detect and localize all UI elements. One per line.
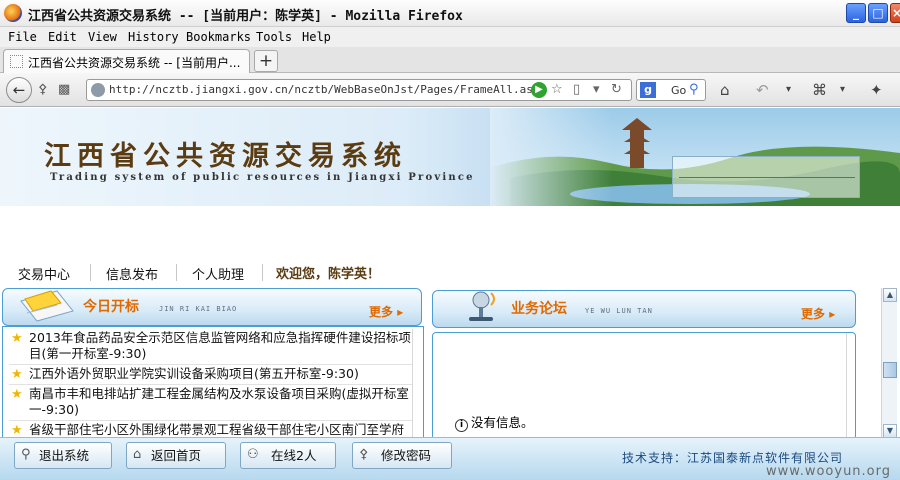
list-item[interactable]: ★ 江西外语外贸职业学院实训设备采购项目(第五开标室-9:30) [9, 365, 412, 385]
list-item-text[interactable]: 江西外语外贸职业学院实训设备采购项目(第五开标室-9:30) [29, 366, 359, 381]
today-bids-subtitle: JIN RI KAI BIAO [159, 305, 238, 313]
star-icon: ★ [11, 367, 23, 382]
banner-info-box [672, 156, 860, 198]
nav-personal-assistant[interactable]: 个人助理 [192, 264, 244, 283]
microphone-icon [469, 291, 495, 321]
today-bids-title: 今日开标 [83, 299, 139, 315]
menu-tools[interactable]: Tools [256, 30, 292, 44]
list-item-text[interactable]: 南昌市丰和电排站扩建工程金属结构及水泵设备项目采购(虚拟开标室一-9:30) [29, 386, 409, 417]
logout-button[interactable]: ⚲ 退出系统 [14, 442, 112, 469]
empty-message: i 没有信息。 [455, 412, 534, 432]
address-url[interactable]: http://ncztb.jiangxi.gov.cn/ncztb/WebBas… [109, 83, 546, 96]
scroll-thumb[interactable] [883, 362, 897, 378]
back-arrow-icon[interactable]: ← [6, 77, 32, 103]
reload-icon[interactable]: ↻ [611, 82, 622, 97]
bottom-toolbar: ⚲ 退出系统 ⌂ 返回首页 ⚇ 在线2人 ⚴ 修改密码 技术支持：江苏国泰新点软件有限公… [0, 437, 900, 480]
star-icon: ★ [11, 331, 23, 346]
menu-help[interactable]: Help [302, 30, 331, 44]
mobile-icon[interactable]: ▯ [573, 82, 580, 97]
star-icon: ★ [11, 423, 23, 437]
nav-info-publish[interactable]: 信息发布 [106, 264, 158, 283]
tab-title: 江西省公共资源交易系统 -- [当前用户... [28, 56, 241, 70]
forum-more-link[interactable]: 更多 ▸ [801, 305, 835, 322]
menu-edit[interactable]: Edit [48, 30, 77, 44]
today-bids-more-link[interactable]: 更多 ▸ [369, 303, 403, 320]
lock-icon: ⚲ [21, 447, 31, 462]
list-item[interactable]: ★ 省级干部住宅小区外围绿化带景观工程省级干部住宅小区南门至学府大道分交车...… [9, 421, 412, 437]
minimize-button[interactable]: _ [846, 3, 866, 23]
menu-bookmarks[interactable]: Bookmarks [186, 30, 251, 44]
tab-current[interactable]: 江西省公共资源交易系统 -- [当前用户... [3, 49, 250, 73]
change-password-button[interactable]: ⚴ 修改密码 [352, 442, 452, 469]
go-arrow-icon[interactable]: ▶ [531, 82, 547, 98]
home-button[interactable]: ⌂ 返回首页 [126, 442, 226, 469]
window-title: 江西省公共资源交易系统 -- [当前用户：陈学英] - Mozilla Fire… [28, 9, 463, 24]
close-button[interactable]: × [890, 3, 900, 23]
site-banner: 江西省公共资源交易系统 Trading system of public res… [0, 108, 900, 206]
forum-list: i 没有信息。 [432, 332, 856, 440]
dropdown-arrow-icon[interactable]: ▾ [593, 82, 600, 97]
list-item-text[interactable]: 2013年食品药品安全示范区信息监管网络和应急指挥硬件建设招标项目(第一开标室-… [29, 330, 411, 361]
nav-divider [176, 264, 177, 281]
undo-icon[interactable]: ↶ [756, 81, 769, 99]
nav-divider [90, 264, 91, 281]
forum-header: 业务论坛 YE WU LUN TAN 更多 ▸ [432, 290, 856, 328]
addon-icon[interactable]: ✦ [870, 81, 883, 99]
menu-view[interactable]: View [88, 30, 117, 44]
online-users-button[interactable]: ⚇ 在线2人 [240, 442, 336, 469]
scroll-up-icon[interactable]: ▲ [883, 288, 897, 302]
home-icon: ⌂ [133, 447, 142, 462]
info-icon: i [455, 419, 468, 432]
firefox-logo-icon [4, 4, 22, 22]
star-icon: ★ [11, 387, 23, 402]
search-box[interactable]: g Go ⚲ [636, 79, 706, 101]
maximize-button[interactable]: □ [868, 3, 888, 23]
search-text: Go [671, 84, 687, 97]
bookmark-star-icon[interactable]: ☆ [551, 82, 563, 97]
page-favicon-icon [10, 55, 23, 68]
menu-file[interactable]: File [8, 30, 37, 44]
save-icon[interactable]: ▩ [58, 82, 70, 97]
welcome-message: 欢迎您，陈学英！ [276, 267, 381, 282]
forum-title: 业务论坛 [511, 301, 567, 317]
users-icon: ⚇ [247, 447, 259, 462]
key-icon: ⚴ [359, 447, 369, 462]
menu-bar: File Edit View History Bookmarks Tools H… [0, 27, 900, 47]
today-bids-list: ★ 2013年食品药品安全示范区信息监管网络和应急指挥硬件建设招标项目(第一开标… [2, 326, 424, 438]
new-tab-button[interactable]: + [254, 50, 278, 72]
site-nav: 交易中心 信息发布 个人助理 欢迎您，陈学英！ [0, 258, 900, 285]
list-item[interactable]: ★ 南昌市丰和电排站扩建工程金属结构及水泵设备项目采购(虚拟开标室一-9:30) [9, 385, 412, 421]
key-icon[interactable]: ⚴ [38, 82, 48, 97]
list-item-text[interactable]: 省级干部住宅小区外围绿化带景观工程省级干部住宅小区南门至学府大道分交车...(虚… [29, 422, 404, 437]
nav-trading-center[interactable]: 交易中心 [18, 264, 70, 283]
site-title-en: Trading system of public resources in Ji… [50, 172, 475, 183]
address-bar[interactable]: http://ncztb.jiangxi.gov.cn/ncztb/WebBas… [86, 79, 632, 101]
undo-dropdown-icon[interactable]: ▾ [786, 84, 791, 95]
search-icon[interactable]: ⚲ [689, 82, 699, 97]
site-title-cn: 江西省公共资源交易系统 [44, 141, 407, 172]
web-page: 江西省公共资源交易系统 Trading system of public res… [0, 108, 900, 480]
navigation-toolbar: ← ⚴ ▩ http://ncztb.jiangxi.gov.cn/ncztb/… [0, 73, 900, 107]
today-bids-header: 今日开标 JIN RI KAI BIAO 更多 ▸ [2, 288, 422, 326]
list-item[interactable]: ★ 2013年食品药品安全示范区信息监管网络和应急指挥硬件建设招标项目(第一开标… [9, 329, 412, 365]
page-scrollbar[interactable]: ▲ ▼ [881, 288, 897, 440]
forum-subtitle: YE WU LUN TAN [585, 307, 653, 315]
crop-dropdown-icon[interactable]: ▾ [840, 84, 845, 95]
home-icon[interactable]: ⌂ [720, 81, 730, 99]
tab-strip: 江西省公共资源交易系统 -- [当前用户... + [0, 47, 900, 73]
window-titlebar: 江西省公共资源交易系统 -- [当前用户：陈学英] - Mozilla Fire… [0, 0, 900, 27]
watermark-text: www.wooyun.org [766, 464, 892, 479]
search-engine-icon[interactable]: g [640, 82, 656, 98]
notebook-icon [20, 290, 74, 322]
nav-divider [262, 264, 263, 281]
menu-history[interactable]: History [128, 30, 179, 44]
scroll-down-icon[interactable]: ▼ [883, 424, 897, 438]
globe-icon [91, 83, 105, 97]
crop-icon[interactable]: ⌘ [812, 81, 827, 99]
